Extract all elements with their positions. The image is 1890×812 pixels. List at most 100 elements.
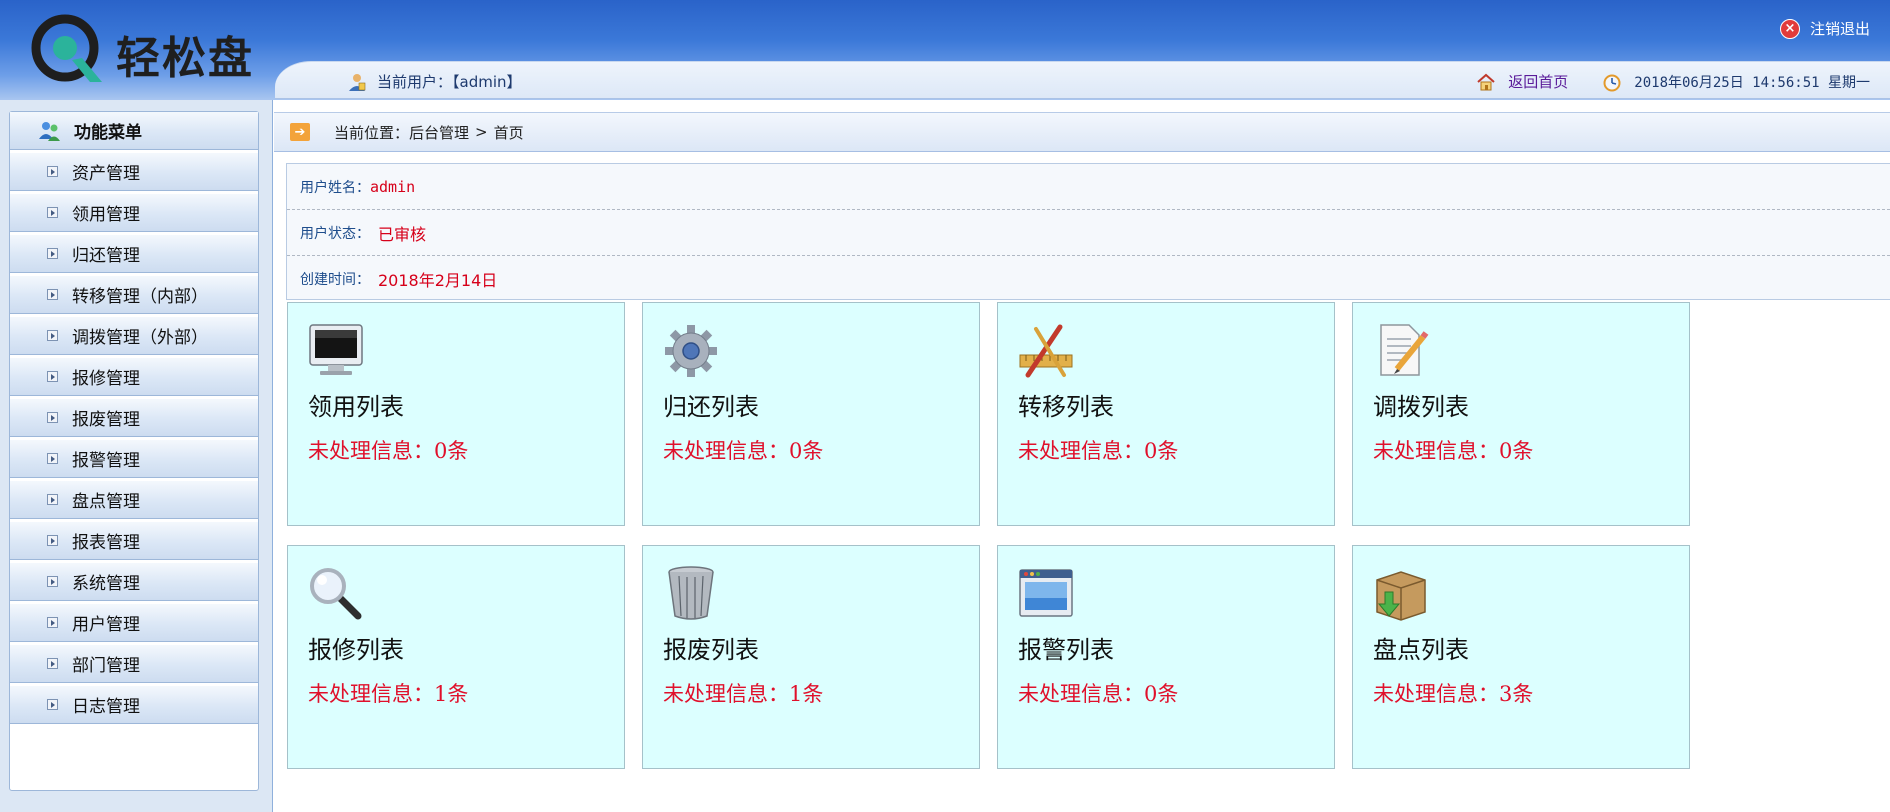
expand-icon <box>47 248 58 259</box>
created-time-row: 创建时间： 2018年2月14日 <box>287 256 1890 301</box>
card-return-list[interactable]: 归还列表 未处理信息：0条 <box>642 302 980 526</box>
card-title: 归还列表 <box>663 393 759 421</box>
sidebar-item-allocation-external[interactable]: 调拨管理（外部） <box>10 317 258 355</box>
card-title: 报修列表 <box>308 636 404 664</box>
card-count: 未处理信息：1条 <box>308 682 469 706</box>
sidebar-item-label: 报表管理 <box>72 533 140 553</box>
close-icon: × <box>1779 18 1800 39</box>
sidebar-item-label: 报修管理 <box>72 369 140 389</box>
datetime: 2018年06月25日 14:56:51 星期一 <box>1634 74 1870 91</box>
sidebar: 功能菜单 资产管理 领用管理 归还管理 转移管理（内部） 调拨管理（外部） 报修… <box>9 111 259 791</box>
box-icon <box>1376 571 1426 621</box>
card-count: 未处理信息：0条 <box>1018 439 1179 463</box>
card-count: 未处理信息：1条 <box>663 682 824 706</box>
card-title: 领用列表 <box>308 393 404 421</box>
card-scrap-list[interactable]: 报废列表 未处理信息：1条 <box>642 545 980 769</box>
sidebar-item-repair[interactable]: 报修管理 <box>10 358 258 396</box>
breadcrumb-prefix: 当前位置： <box>334 123 410 142</box>
sidebar-item-label: 盘点管理 <box>72 492 140 512</box>
sidebar-title: 功能菜单 <box>74 123 142 143</box>
created-time-value: 2018年2月14日 <box>378 270 498 290</box>
user-name-value: admin <box>370 177 416 196</box>
sidebar-item-label: 报警管理 <box>72 451 140 471</box>
arrow-right-icon: ➔ <box>290 123 310 141</box>
sidebar-item-system[interactable]: 系统管理 <box>10 563 258 601</box>
card-requisition-list[interactable]: 领用列表 未处理信息：0条 <box>287 302 625 526</box>
breadcrumb-current: 首页 <box>493 123 524 142</box>
expand-icon <box>47 289 58 300</box>
sidebar-header: 功能菜单 <box>10 112 258 150</box>
expand-icon <box>47 330 58 341</box>
expand-icon <box>47 166 58 177</box>
card-title: 报警列表 <box>1018 636 1114 664</box>
card-title: 转移列表 <box>1018 393 1114 421</box>
home-icon <box>1477 73 1495 90</box>
breadcrumb-parent[interactable]: 后台管理 <box>409 122 469 143</box>
created-time-label: 创建时间： <box>300 271 370 288</box>
expand-icon <box>47 535 58 546</box>
card-transfer-list[interactable]: 转移列表 未处理信息：0条 <box>997 302 1335 526</box>
sidebar-item-label: 调拨管理（外部） <box>72 328 208 348</box>
card-title: 调拨列表 <box>1373 393 1469 421</box>
breadcrumb: ➔ 当前位置： 后台管理 > 首页 <box>274 112 1890 152</box>
logo-icon <box>31 14 102 82</box>
user-bar: 当前用户：【admin】 返回首页 2018年06月25日 14:56:51 星… <box>275 61 1890 99</box>
clock-icon <box>1603 74 1621 91</box>
card-allocation-list[interactable]: 调拨列表 未处理信息：0条 <box>1352 302 1690 526</box>
card-count: 未处理信息：0条 <box>1373 439 1534 463</box>
sidebar-item-asset[interactable]: 资产管理 <box>10 153 258 191</box>
expand-icon <box>47 371 58 382</box>
breadcrumb-separator: > <box>475 123 488 141</box>
sidebar-item-label: 报废管理 <box>72 410 140 430</box>
sidebar-item-alarm[interactable]: 报警管理 <box>10 440 258 478</box>
card-inventory-list[interactable]: 盘点列表 未处理信息：3条 <box>1352 545 1690 769</box>
gear-icon <box>665 325 717 377</box>
card-count: 未处理信息：3条 <box>1373 682 1534 706</box>
logout-button[interactable]: × 注销退出 <box>1779 18 1870 39</box>
sidebar-item-label: 部门管理 <box>72 656 140 676</box>
sidebar-item-requisition[interactable]: 领用管理 <box>10 194 258 232</box>
card-count: 未处理信息：0条 <box>308 439 469 463</box>
sidebar-item-inventory[interactable]: 盘点管理 <box>10 481 258 519</box>
logout-label: 注销退出 <box>1809 20 1870 38</box>
sidebar-item-scrap[interactable]: 报废管理 <box>10 399 258 437</box>
user-bar-right: 返回首页 2018年06月25日 14:56:51 星期一 <box>1476 71 1870 92</box>
sidebar-item-label: 转移管理（内部） <box>72 287 208 307</box>
sidebar-item-logs[interactable]: 日志管理 <box>10 686 258 724</box>
expand-icon <box>47 494 58 505</box>
trash-icon <box>668 566 714 620</box>
users-icon <box>39 121 60 141</box>
expand-icon <box>47 617 58 628</box>
sidebar-item-label: 用户管理 <box>72 615 140 635</box>
user-status-value: 已审核 <box>378 224 427 244</box>
expand-icon <box>47 658 58 669</box>
monitor-icon <box>309 324 363 375</box>
sidebar-item-label: 日志管理 <box>72 697 140 717</box>
document-pencil-icon <box>1380 324 1429 376</box>
sidebar-item-return[interactable]: 归还管理 <box>10 235 258 273</box>
sidebar-item-transfer-internal[interactable]: 转移管理（内部） <box>10 276 258 314</box>
sidebar-item-label: 领用管理 <box>72 205 140 225</box>
user-name-label: 用户姓名： <box>300 179 370 196</box>
current-user-label: 当前用户：【admin】 <box>377 73 522 91</box>
home-link[interactable]: 返回首页 <box>1508 71 1568 92</box>
sidebar-item-users[interactable]: 用户管理 <box>10 604 258 642</box>
sidebar-item-label: 归还管理 <box>72 246 140 266</box>
sidebar-item-departments[interactable]: 部门管理 <box>10 645 258 683</box>
user-name-row: 用户姓名： admin <box>287 164 1890 210</box>
sidebar-item-label: 资产管理 <box>72 164 140 184</box>
user-status-row: 用户状态： 已审核 <box>287 210 1890 256</box>
window-icon <box>1019 569 1073 617</box>
user-info-panel: 用户姓名： admin 用户状态： 已审核 创建时间： 2018年2月14日 <box>286 163 1890 300</box>
card-alarm-list[interactable]: 报警列表 未处理信息：0条 <box>997 545 1335 769</box>
card-title: 报废列表 <box>663 636 759 664</box>
magnifier-icon <box>310 568 362 620</box>
card-title: 盘点列表 <box>1373 636 1469 664</box>
sidebar-item-reports[interactable]: 报表管理 <box>10 522 258 560</box>
expand-icon <box>47 699 58 710</box>
user-status-label: 用户状态： <box>300 225 370 242</box>
brand-name: 轻松盘 <box>116 33 254 84</box>
divider <box>272 100 273 812</box>
card-repair-list[interactable]: 报修列表 未处理信息：1条 <box>287 545 625 769</box>
user-icon <box>349 73 366 91</box>
